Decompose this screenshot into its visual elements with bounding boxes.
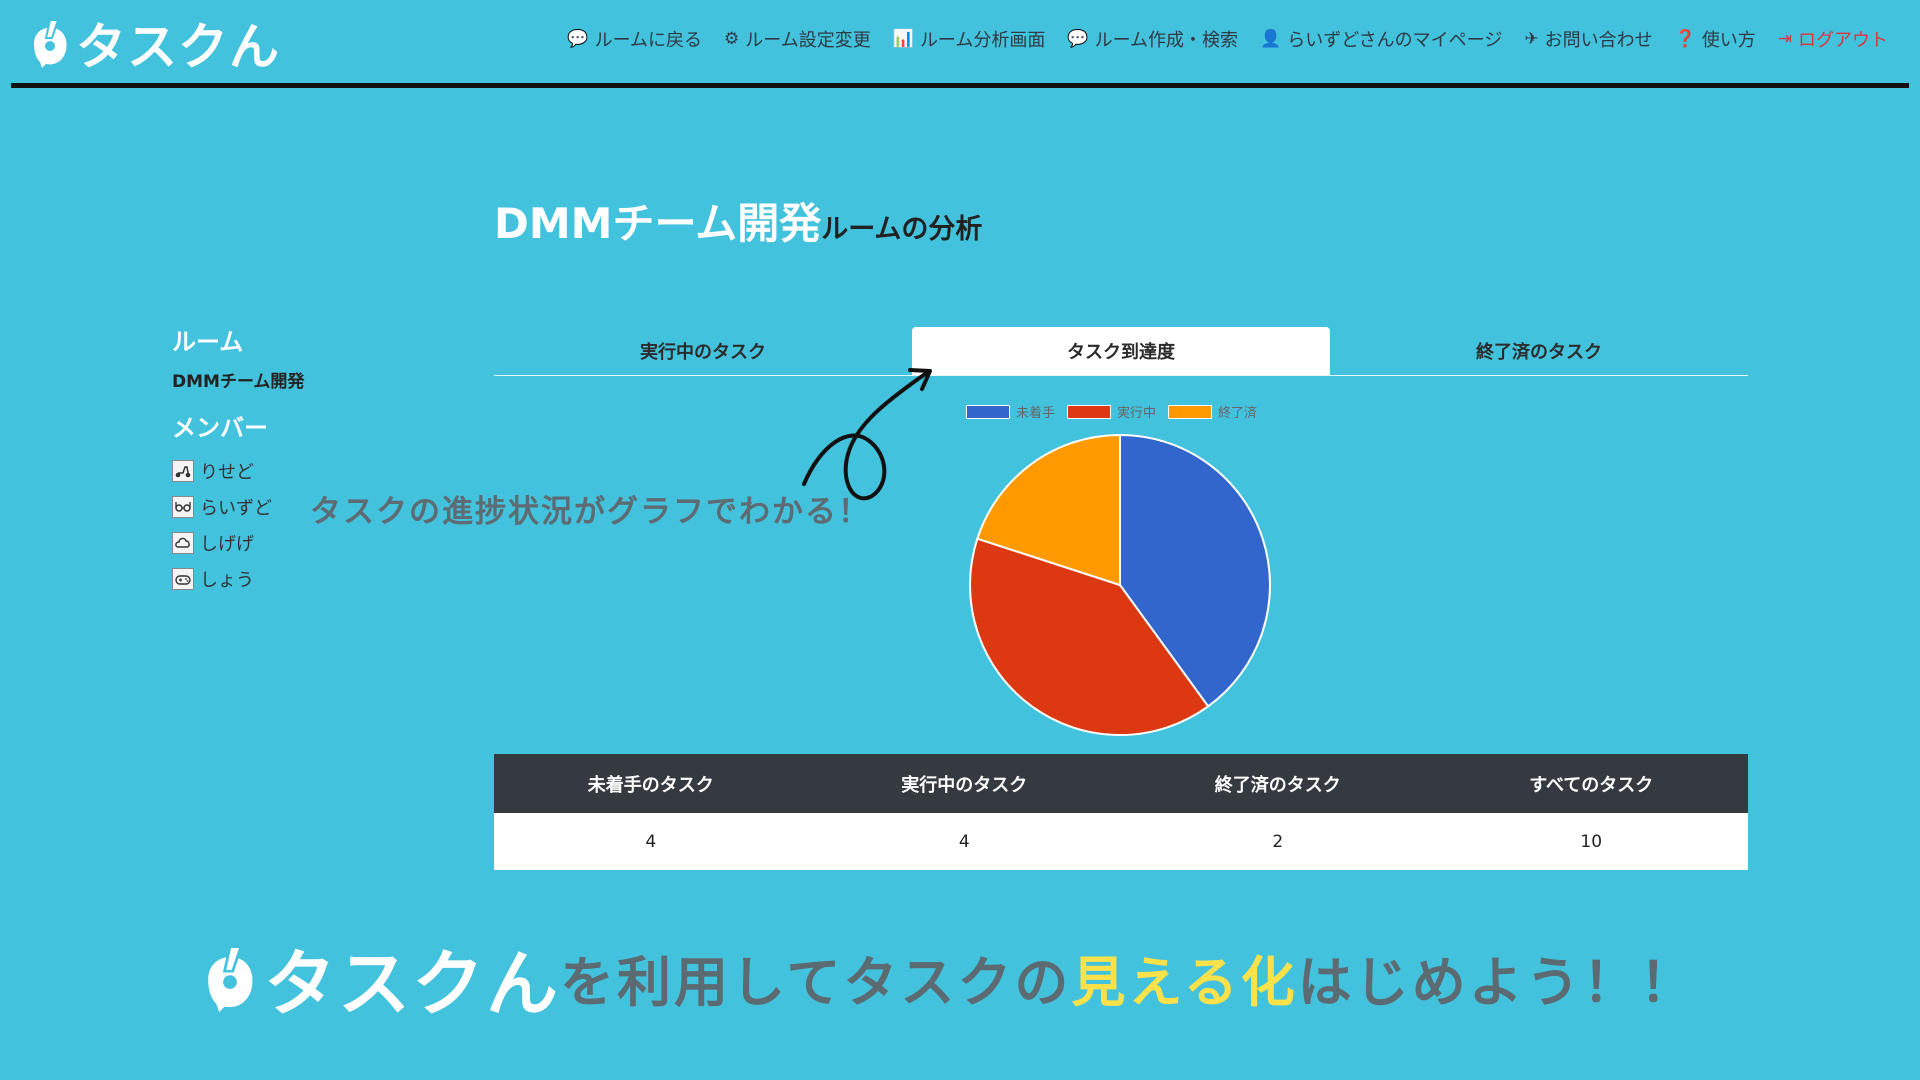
nav-label: ログアウト (1798, 30, 1888, 51)
legend-label: 未着手 (1016, 406, 1056, 421)
nav-room-create-search[interactable]: 💬 ルーム作成・検索 (1067, 26, 1238, 52)
tab-completed[interactable]: 終了済のタスク (1330, 327, 1748, 375)
table-header: 未着手のタスク (494, 754, 808, 813)
avatar (172, 568, 194, 590)
legend-item[interactable]: 未着手 (966, 402, 1055, 421)
legend-swatch (966, 404, 1010, 419)
app-logo[interactable]: タスクん (28, 14, 280, 76)
question-circle-icon: ❓ (1674, 28, 1696, 49)
bar-chart-icon: 📊 (892, 28, 914, 49)
sidebar-room-heading: ルーム (172, 328, 244, 356)
task-summary-table: 未着手のタスク 実行中のタスク 終了済のタスク すべてのタスク 4 4 2 10 (494, 754, 1748, 870)
avatar (172, 460, 194, 482)
nav-how-to-use[interactable]: ❓ 使い方 (1675, 26, 1756, 52)
table-header-row: 未着手のタスク 実行中のタスク 終了済のタスク すべてのタスク (494, 754, 1748, 813)
nav-label: ルーム作成・検索 (1094, 30, 1239, 51)
logout-icon: ⇥ (1777, 28, 1792, 49)
nav-room-analysis[interactable]: 📊 ルーム分析画面 (893, 26, 1046, 52)
nav-logout[interactable]: ⇥ ログアウト (1778, 26, 1888, 52)
progress-pie-chart[interactable] (960, 425, 1280, 745)
nav-label: ルーム分析画面 (919, 30, 1046, 51)
header-divider (11, 83, 1909, 88)
nav-my-page[interactable]: 👤 らいずどさんのマイページ (1260, 26, 1502, 52)
nav-label: ルーム設定変更 (745, 30, 871, 51)
table-cell: 4 (807, 813, 1121, 870)
table-row: 4 4 2 10 (494, 813, 1748, 870)
nav-back-to-room[interactable]: 💬 ルームに戻る (567, 26, 702, 52)
nav-label: お問い合わせ (1544, 30, 1653, 51)
legend-swatch (1168, 404, 1213, 419)
chat-plus-icon: 💬 (1067, 28, 1089, 49)
chart-legend: 未着手 実行中 終了済 (966, 402, 1257, 421)
header: タスクん 💬 ルームに戻る ⚙ ルーム設定変更 📊 ルーム分析画面 💬 ルーム作… (0, 0, 1920, 88)
legend-label: 実行中 (1117, 406, 1157, 421)
page-title: DMMチーム開発 ルームの分析 (494, 190, 982, 251)
gears-icon: ⚙ (724, 28, 740, 49)
member-name: しげげ (200, 534, 254, 555)
nav-contact[interactable]: ✈ お問い合わせ (1524, 26, 1652, 52)
nav-label: らいずどさんのマイページ (1287, 30, 1503, 51)
analysis-tabs: 実行中のタスク タスク到達度 終了済のタスク (494, 327, 1748, 376)
scooter-icon (175, 466, 191, 478)
logo-text: タスクん (76, 18, 280, 76)
sidebar-member[interactable]: しょう (172, 561, 392, 597)
page-title-suffix: ルームの分析 (821, 214, 983, 245)
annotation-text: タスクの進捗状況がグラフでわかる！ (310, 494, 871, 530)
sidebar: ルーム DMMチーム開発 メンバー りせど らいずど しげげ しょう (172, 322, 392, 597)
legend-item[interactable]: 終了済 (1168, 402, 1257, 421)
main-nav: 💬 ルームに戻る ⚙ ルーム設定変更 📊 ルーム分析画面 💬 ルーム作成・検索 … (567, 26, 1888, 52)
cloud-icon (175, 537, 190, 548)
paper-plane-icon: ✈ (1524, 28, 1539, 49)
table-cell: 2 (1121, 813, 1435, 870)
banner-text: を利用してタスクの (560, 951, 1072, 1014)
table-cell: 10 (1434, 813, 1748, 870)
banner-logo-text: タスクん (264, 942, 561, 1026)
banner-text: はじめよう！！ (1297, 951, 1697, 1014)
legend-swatch (1067, 404, 1112, 419)
table-header: 実行中のタスク (807, 754, 1121, 813)
user-gear-icon: 👤 (1260, 28, 1282, 49)
nav-label: 使い方 (1701, 30, 1756, 51)
logo-mark-icon (208, 944, 253, 1012)
nav-label: ルームに戻る (594, 30, 703, 51)
sidebar-room-name[interactable]: DMMチーム開発 (172, 367, 392, 392)
sidebar-member[interactable]: りせど (172, 453, 392, 489)
glasses-icon (175, 502, 191, 512)
sidebar-members-heading: メンバー (172, 414, 268, 442)
member-name: らいずど (200, 498, 272, 519)
avatar (172, 496, 194, 518)
legend-label: 終了済 (1218, 406, 1258, 421)
table-header: すべてのタスク (1434, 754, 1748, 813)
avatar (172, 532, 194, 554)
tab-achievement[interactable]: タスク到達度 (912, 327, 1330, 375)
member-name: しょう (200, 570, 254, 591)
member-name: りせど (200, 462, 254, 483)
gamepad-icon (175, 575, 191, 585)
logo-mark-icon (34, 19, 67, 68)
nav-room-settings[interactable]: ⚙ ルーム設定変更 (724, 26, 871, 52)
chat-icon: 💬 (567, 28, 589, 49)
banner-highlight: 見える化 (1071, 951, 1298, 1014)
legend-item[interactable]: 実行中 (1067, 402, 1156, 421)
table-cell: 4 (494, 813, 808, 870)
table-header: 終了済のタスク (1121, 754, 1435, 813)
page-title-room: DMMチーム開発 (494, 199, 822, 248)
promo-banner: タスクん を利用してタスクの 見える化 はじめよう！！ (200, 925, 1697, 1030)
curved-arrow-icon (802, 368, 932, 501)
